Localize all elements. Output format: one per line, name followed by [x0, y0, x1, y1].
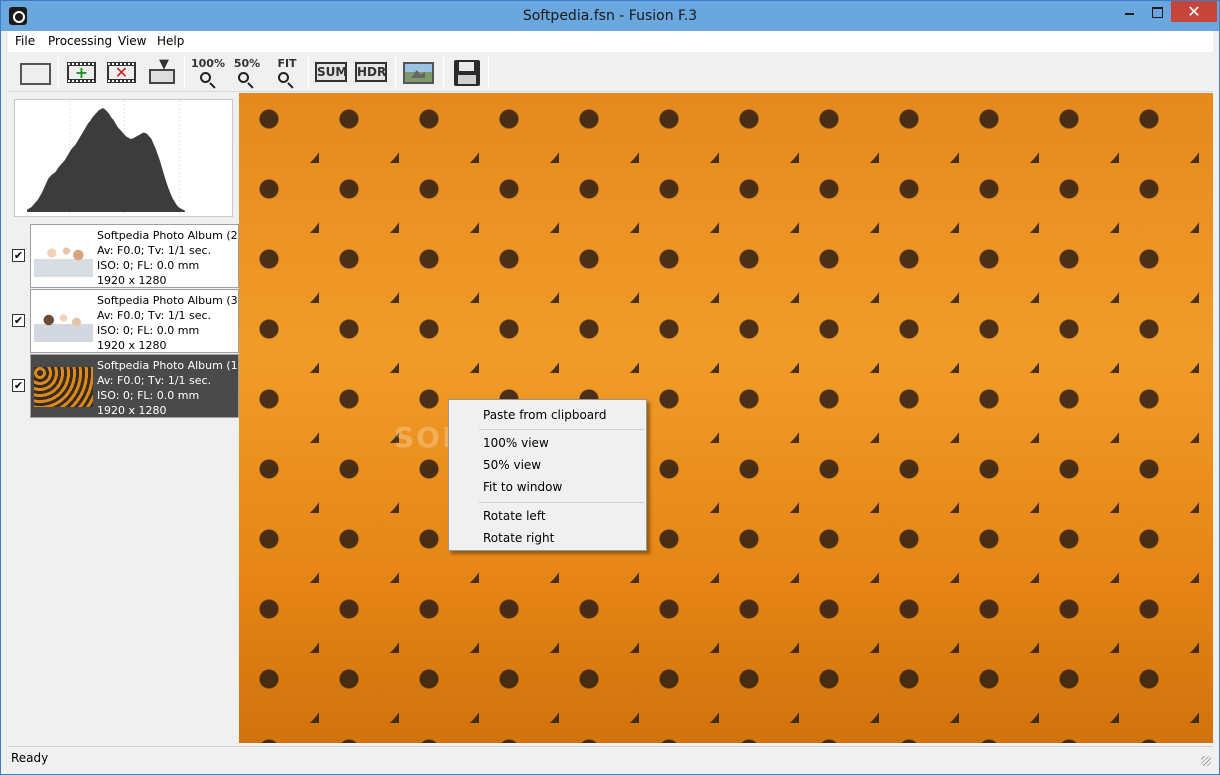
histogram — [14, 99, 233, 218]
family-photo-thumbnail — [34, 237, 93, 277]
film-add-icon: + — [67, 62, 96, 83]
floppy-disk-icon — [454, 60, 480, 86]
image-info: Softpedia Photo Album (1).jpg Av: F0.0; … — [97, 358, 238, 417]
menu-item-rotate-right[interactable]: Rotate right — [450, 527, 645, 549]
close-button[interactable]: ✕ — [1171, 1, 1217, 22]
toolbar: + ✕ ▼ 100% 50% FIT SUM HDR — [8, 52, 1213, 92]
show-image-button[interactable] — [402, 57, 434, 87]
zoom-50-button[interactable]: 50% — [230, 57, 262, 87]
menu-bar: File Processing View Help — [8, 31, 1213, 52]
sum-label: SUM — [315, 62, 347, 82]
image-name: Softpedia Photo Album (3).jpg — [97, 294, 238, 307]
toolbar-separator — [488, 57, 489, 87]
image-name: Softpedia Photo Album (1).jpg — [97, 359, 238, 372]
status-text: Ready — [11, 751, 49, 765]
window-title: Softpedia.fsn - Fusion F.3 — [522, 8, 698, 24]
menu-separator — [479, 502, 644, 503]
toolbar-separator — [443, 57, 444, 87]
toolbar-separator — [184, 57, 185, 87]
monks-photo-thumbnail — [34, 367, 93, 407]
maximize-button[interactable] — [1143, 1, 1171, 22]
menu-item-fit-window[interactable]: Fit to window — [450, 476, 645, 498]
include-checkbox[interactable]: ✔ — [12, 314, 25, 327]
app-window: Softpedia.fsn - Fusion F.3 ✕ File Proces… — [0, 0, 1220, 775]
menu-processing[interactable]: Processing — [48, 34, 112, 48]
import-button[interactable]: ▼ — [145, 57, 177, 87]
image-info: Softpedia Photo Album (2).jpg Av: F0.0; … — [97, 228, 238, 287]
zoom-100-label: 100% — [191, 57, 225, 70]
image-info: Softpedia Photo Album (3).jpg Av: F0.0; … — [97, 293, 238, 352]
include-checkbox[interactable]: ✔ — [12, 249, 25, 262]
image-card[interactable]: Softpedia Photo Album (1).jpg Av: F0.0; … — [30, 354, 239, 418]
image-preview[interactable]: SOFTPEDIA — [239, 93, 1213, 743]
histogram-area — [27, 108, 185, 212]
menu-view[interactable]: View — [118, 34, 146, 48]
toolbar-separator — [395, 57, 396, 87]
title-bar[interactable]: Softpedia.fsn - Fusion F.3 ✕ — [1, 1, 1219, 31]
image-exposure: Av: F0.0; Tv: 1/1 sec. — [97, 374, 212, 387]
save-button[interactable] — [451, 57, 483, 87]
plus-icon: + — [69, 65, 94, 81]
landscape-photo-icon — [403, 62, 434, 84]
image-exposure: Av: F0.0; Tv: 1/1 sec. — [97, 309, 212, 322]
zoom-fit-button[interactable]: FIT — [270, 57, 302, 87]
hdr-label: HDR — [355, 62, 387, 82]
menu-file[interactable]: File — [15, 34, 35, 48]
menu-separator — [479, 429, 644, 430]
sum-button[interactable]: SUM — [315, 57, 347, 87]
zoom-50-label: 50% — [233, 57, 261, 70]
toolbar-separator — [308, 57, 309, 87]
down-arrow-icon: ▼ — [159, 57, 169, 72]
magnifier-icon — [200, 72, 211, 83]
resize-grip-icon[interactable] — [1201, 756, 1211, 766]
remove-image-button[interactable]: ✕ — [106, 57, 138, 87]
image-iso: ISO: 0; FL: 0.0 mm — [97, 259, 200, 272]
zoom-fit-label: FIT — [277, 57, 297, 70]
image-list-item-selected[interactable]: ✔ Softpedia Photo Album (1).jpg Av: F0.0… — [8, 354, 239, 418]
include-checkbox[interactable]: ✔ — [12, 379, 25, 392]
toolbar-separator — [58, 57, 59, 87]
image-iso: ISO: 0; FL: 0.0 mm — [97, 324, 200, 337]
family-photo-thumbnail — [34, 302, 93, 342]
image-size: 1920 x 1280 — [97, 274, 167, 287]
image-list-item[interactable]: ✔ Softpedia Photo Album (2).jpg Av: F0.0… — [8, 224, 239, 288]
menu-item-paste-clipboard[interactable]: Paste from clipboard — [450, 404, 645, 426]
image-exposure: Av: F0.0; Tv: 1/1 sec. — [97, 244, 212, 257]
film-remove-icon: ✕ — [107, 62, 136, 83]
hdr-button[interactable]: HDR — [355, 57, 387, 87]
magnifier-icon — [278, 72, 289, 83]
image-iso: ISO: 0; FL: 0.0 mm — [97, 389, 200, 402]
histogram-chart — [27, 100, 185, 218]
image-card[interactable]: Softpedia Photo Album (2).jpg Av: F0.0; … — [30, 224, 239, 288]
menu-item-rotate-left[interactable]: Rotate left — [450, 505, 645, 527]
image-name: Softpedia Photo Album (2).jpg — [97, 229, 238, 242]
zoom-100-button[interactable]: 100% — [191, 57, 227, 87]
cross-icon: ✕ — [109, 65, 134, 81]
monks-photo — [239, 93, 1213, 743]
menu-help[interactable]: Help — [157, 34, 184, 48]
magnifier-icon — [238, 72, 249, 83]
image-list-item[interactable]: ✔ Softpedia Photo Album (3).jpg Av: F0.0… — [8, 289, 239, 353]
image-size: 1920 x 1280 — [97, 404, 167, 417]
menu-item-100-view[interactable]: 100% view — [450, 432, 645, 454]
menu-item-50-view[interactable]: 50% view — [450, 454, 645, 476]
image-card[interactable]: Softpedia Photo Album (3).jpg Av: F0.0; … — [30, 289, 239, 353]
image-size: 1920 x 1280 — [97, 339, 167, 352]
minimize-button[interactable] — [1115, 1, 1143, 22]
context-menu: Paste from clipboard 100% view 50% view … — [448, 399, 647, 551]
add-image-button[interactable]: + — [66, 57, 98, 87]
status-bar: Ready — [8, 746, 1213, 768]
new-project-button[interactable] — [18, 57, 51, 87]
image-list-panel: ✔ Softpedia Photo Album (2).jpg Av: F0.0… — [8, 93, 239, 743]
